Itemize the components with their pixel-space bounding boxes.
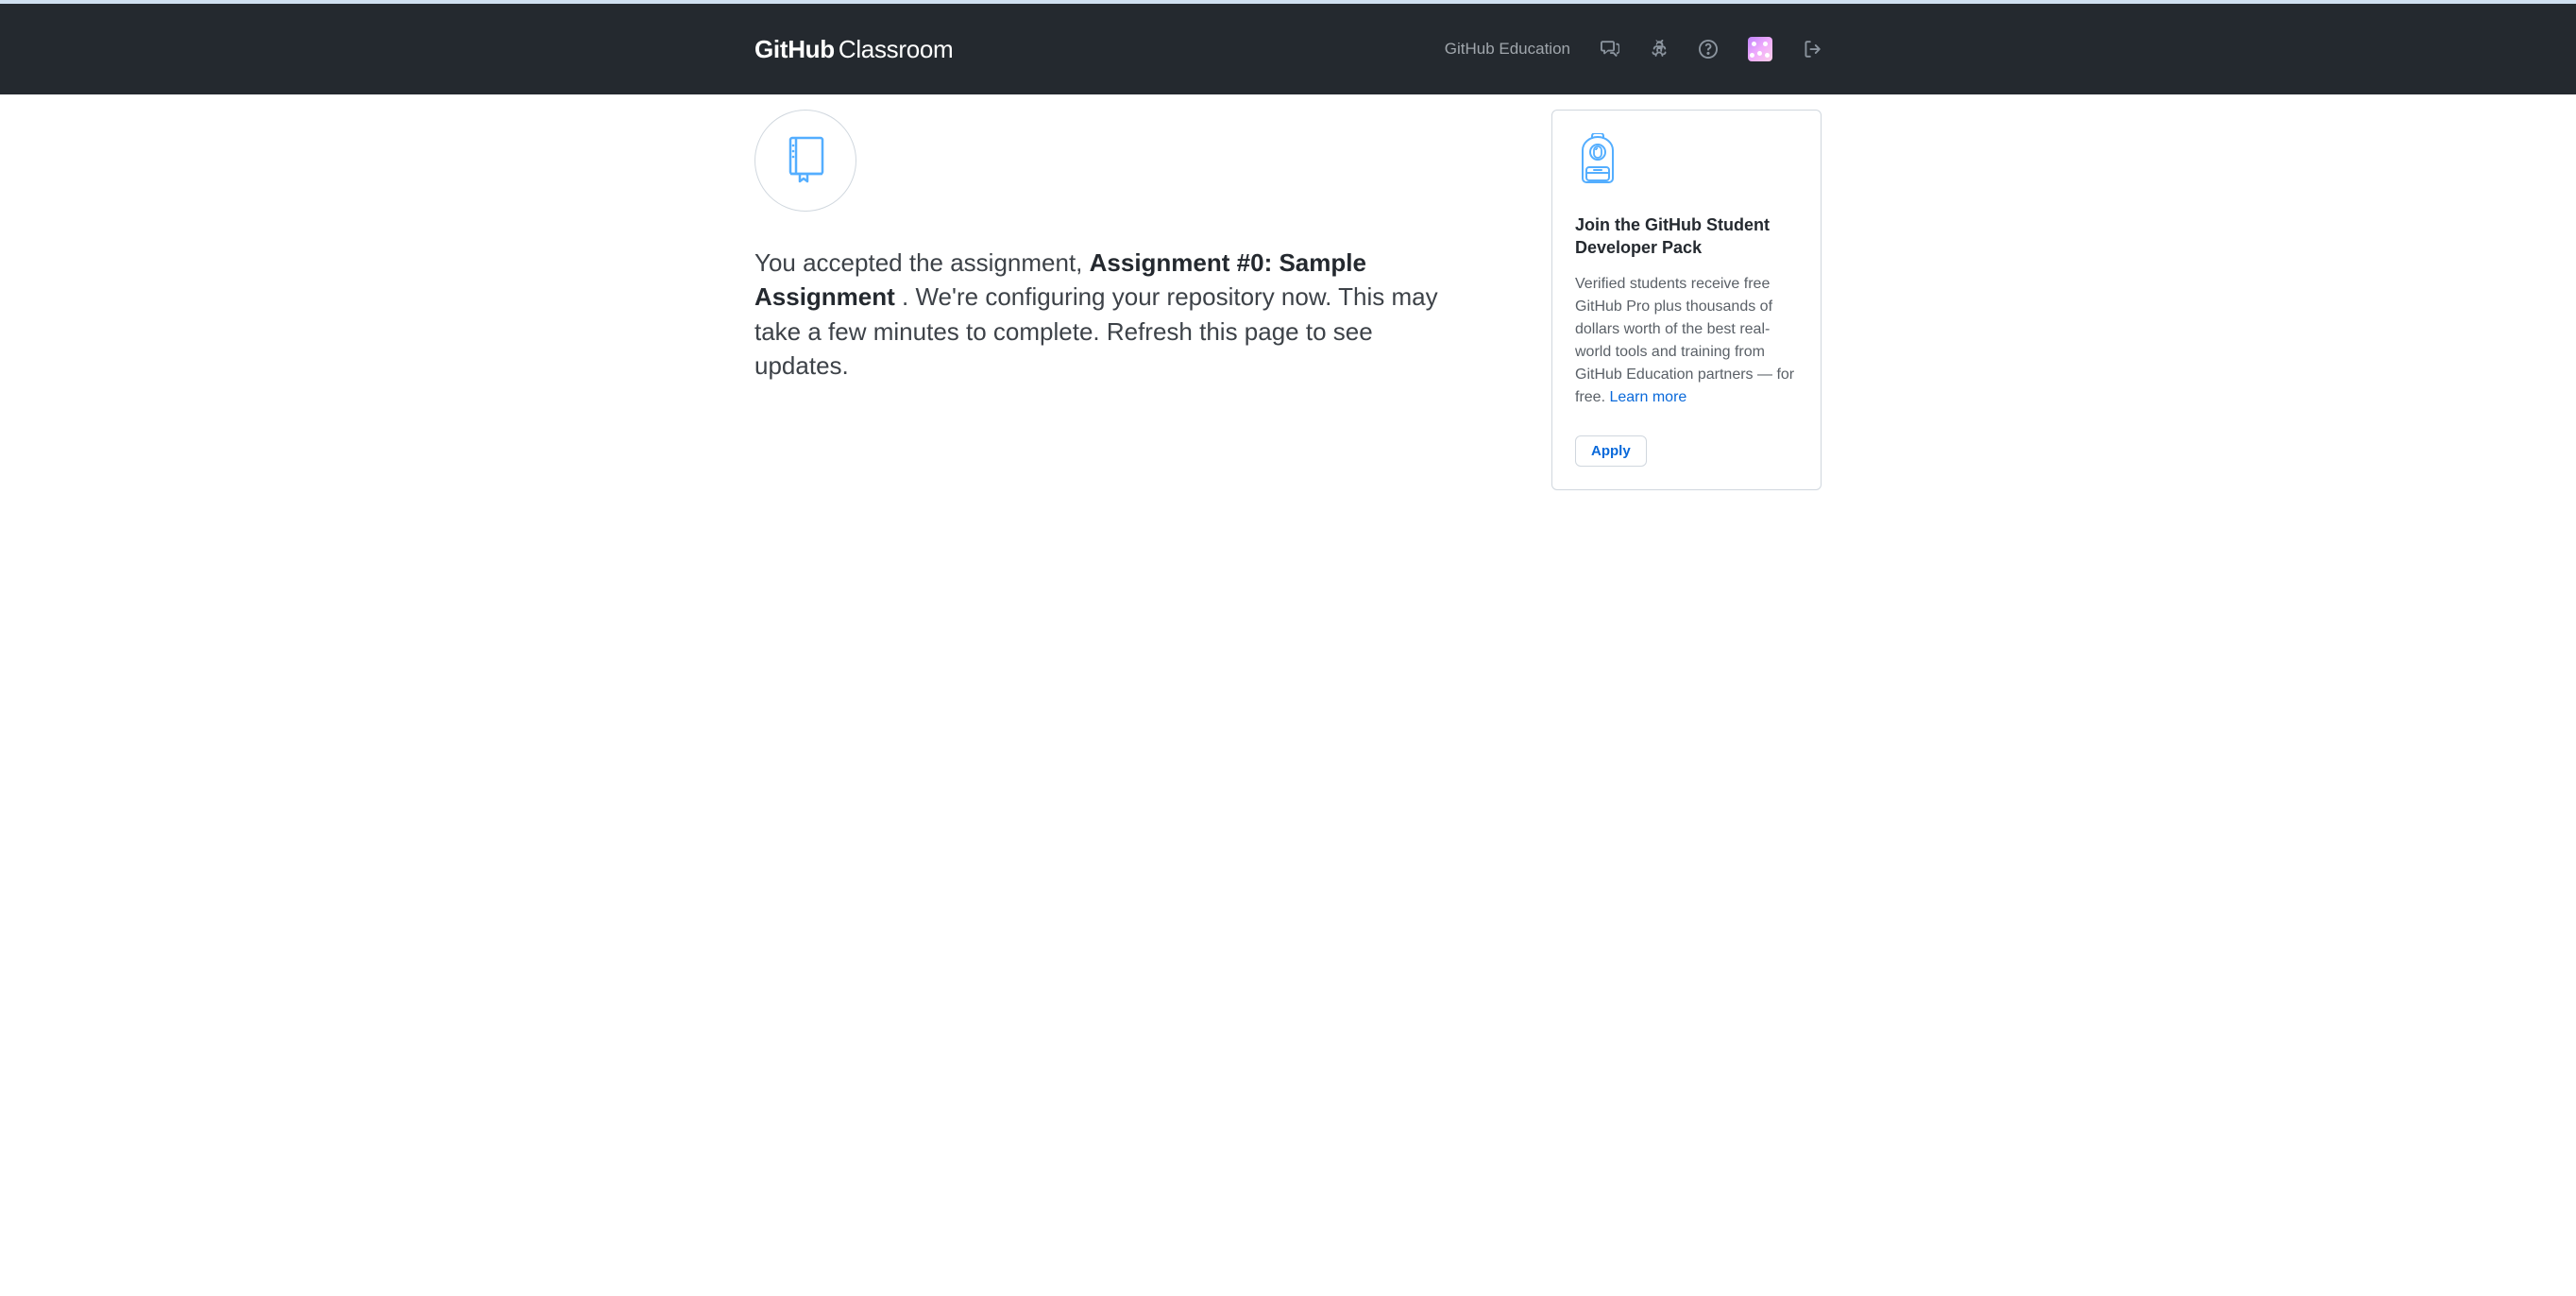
card-title: Join the GitHub Student Developer Pack	[1575, 213, 1798, 260]
comment-discussion-icon[interactable]	[1601, 40, 1619, 59]
logo-classroom-text: Classroom	[839, 35, 954, 64]
page-container: You accepted the assignment, Assignment …	[754, 94, 1822, 528]
card-body-text: Verified students receive free GitHub Pr…	[1575, 276, 1794, 405]
logo-github-text: GitHub	[754, 35, 835, 64]
main-content: You accepted the assignment, Assignment …	[754, 110, 1514, 384]
learn-more-link[interactable]: Learn more	[1609, 389, 1686, 405]
student-pack-card: Join the GitHub Student Developer Pack V…	[1551, 110, 1822, 490]
github-classroom-logo[interactable]: GitHub Classroom	[754, 35, 953, 64]
apply-button[interactable]: Apply	[1575, 435, 1647, 467]
sign-out-icon[interactable]	[1803, 40, 1822, 59]
backpack-icon	[1575, 133, 1798, 193]
acceptance-message: You accepted the assignment, Assignment …	[754, 246, 1472, 384]
github-education-link[interactable]: GitHub Education	[1445, 40, 1570, 59]
help-icon[interactable]	[1699, 40, 1718, 59]
message-prefix: You accepted the assignment,	[754, 248, 1090, 277]
bug-icon[interactable]	[1650, 40, 1669, 59]
assignment-icon-circle	[754, 110, 856, 212]
header-nav: GitHub Education	[1445, 37, 1822, 61]
repo-icon	[779, 132, 832, 190]
card-body: Verified students receive free GitHub Pr…	[1575, 273, 1798, 409]
site-header: GitHub Classroom GitHub Education	[0, 4, 2576, 94]
user-avatar[interactable]	[1748, 37, 1772, 61]
header-inner: GitHub Classroom GitHub Education	[754, 35, 1822, 64]
